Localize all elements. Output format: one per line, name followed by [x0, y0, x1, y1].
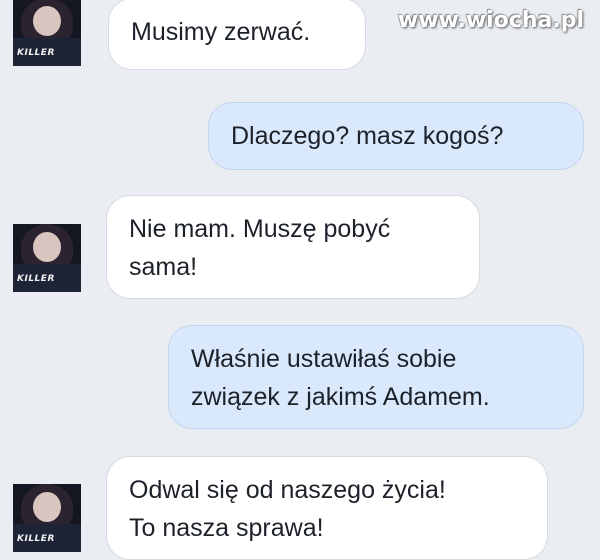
avatar-shirt-text: KILLER — [17, 48, 55, 58]
message-thread: KILLER Musimy zerwać. Dlaczego? masz kog… — [0, 0, 600, 560]
message-bubble-sent[interactable]: Dlaczego? masz kogoś? — [208, 102, 584, 170]
message-text: Właśnie ustawiłaś sobie — [191, 345, 457, 373]
message-text: Dlaczego? masz kogoś? — [231, 122, 504, 150]
message-text: związek z jakimś Adamem. — [191, 383, 490, 411]
watermark: www.wiocha.pl — [397, 8, 584, 33]
message-bubble-sent[interactable]: Właśnie ustawiłaś sobie związek z jakimś… — [168, 325, 584, 429]
message-text: sama! — [129, 253, 198, 281]
avatar-shirt-text: KILLER — [17, 534, 55, 544]
message-bubble-received[interactable]: Odwal się od naszego życia! To nasza spr… — [106, 456, 548, 560]
contact-avatar[interactable]: KILLER — [13, 0, 81, 66]
message-text: Nie mam. Muszę pobyć — [129, 215, 391, 243]
message-bubble-received[interactable]: Musimy zerwać. — [108, 0, 366, 70]
message-text: Musimy zerwać. — [131, 18, 311, 46]
contact-avatar[interactable]: KILLER — [13, 224, 81, 292]
message-text: Odwal się od naszego życia! — [129, 476, 446, 504]
message-bubble-received[interactable]: Nie mam. Muszę pobyć sama! — [106, 195, 480, 299]
message-text: To nasza sprawa! — [129, 514, 324, 542]
contact-avatar[interactable]: KILLER — [13, 484, 81, 552]
avatar-shirt-text: KILLER — [17, 274, 55, 284]
